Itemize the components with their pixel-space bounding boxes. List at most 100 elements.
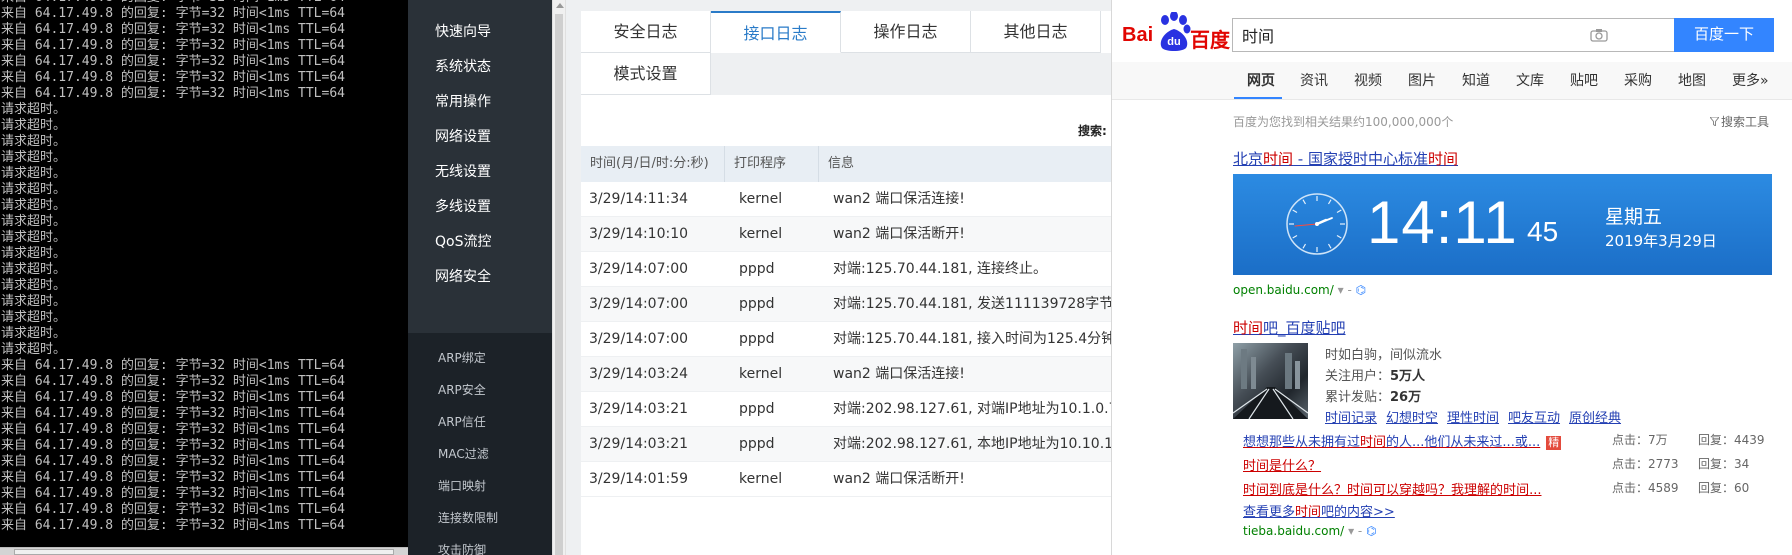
logo-text-du: du xyxy=(1167,36,1180,48)
thread-2-replies: 回复：34 xyxy=(1698,457,1750,471)
nav-arp-trust[interactable]: ARP信任 xyxy=(438,413,486,431)
nav-connection-limit[interactable]: 连接数限制 xyxy=(438,509,498,527)
scroll-up-arrow-icon[interactable] xyxy=(556,3,564,8)
tab-mode-settings[interactable]: 模式设置 xyxy=(581,53,711,95)
nav-wireless-settings[interactable]: 无线设置 xyxy=(435,162,491,182)
column-header-info[interactable]: 信息 xyxy=(819,146,1111,182)
camera-icon[interactable] xyxy=(1590,28,1608,42)
search-input[interactable] xyxy=(1233,19,1573,51)
nav-arp-binding[interactable]: ARP绑定 xyxy=(438,349,486,367)
nav-common-ops[interactable]: 常用操作 xyxy=(435,92,491,112)
nav-qos[interactable]: QoS流控 xyxy=(435,232,491,252)
terminal-line: 请求超时。 xyxy=(1,310,67,325)
active-tab-indicator xyxy=(1234,97,1282,99)
log-table-header: 时间(月/日/时:分:秒) 打印程序 信息 xyxy=(581,146,1111,182)
result1-title-link[interactable]: 北京时间 - 国家授时中心标准时间 xyxy=(1233,148,1458,169)
baidu-logo[interactable]: Bai du 百度 xyxy=(1122,12,1230,52)
table-row[interactable]: 3/29/14:07:00 pppd 对端:125.70.44.181, 发送111… xyxy=(581,287,1111,322)
cell-time: 3/29/14:03:21 xyxy=(589,436,689,452)
nav-attack-defense[interactable]: 攻击防御 xyxy=(438,541,486,555)
table-row[interactable]: 3/29/14:07:00 pppd 对端:125.70.44.181, 连接终止。 xyxy=(581,252,1111,287)
table-row[interactable]: 3/29/14:07:00 pppd 对端:125.70.44.181, 接入时间为… xyxy=(581,322,1111,357)
nav-mac-filter[interactable]: MAC过滤 xyxy=(438,445,489,463)
tab-other-log[interactable]: 其他日志 xyxy=(971,11,1101,53)
nav-multiline-settings[interactable]: 多线设置 xyxy=(435,197,491,217)
cell-program: kernel xyxy=(739,191,783,207)
tieba-thread-2[interactable]: 时间是什么？ xyxy=(1243,455,1321,474)
btab-images[interactable]: 图片 xyxy=(1408,70,1436,90)
terminal-horizontal-scrollbar[interactable] xyxy=(0,547,408,555)
terminal-line: 来自 64.17.49.8 的回复: 字节=32 时间<1ms TTL=64 xyxy=(1,406,345,421)
current-date: 2019年3月29日 xyxy=(1605,232,1717,250)
table-row[interactable]: 3/29/14:03:21 pppd 对端:202.98.127.61, 本地IP地… xyxy=(581,427,1111,462)
terminal-line: 来自 64.17.49.8 的回复: 字节=32 时间<1ms TTL=64 xyxy=(1,454,345,469)
btab-wenku[interactable]: 文库 xyxy=(1516,70,1544,90)
terminal-line: 请求超时。 xyxy=(1,198,67,213)
btab-video[interactable]: 视频 xyxy=(1354,70,1382,90)
tab-operation-log[interactable]: 操作日志 xyxy=(841,11,971,53)
tieba-more-link[interactable]: 查看更多时间吧的内容>> xyxy=(1243,501,1395,520)
terminal-window[interactable]: 来自 64.17.49.8 的回复: 字节=32 时间<1ms TTL=64 来自… xyxy=(0,0,408,555)
cell-info: 对端:125.70.44.181, 接入时间为125.4分钟。 xyxy=(833,331,1111,347)
tieba-link-fantasy[interactable]: 幻想时空 xyxy=(1386,407,1438,426)
btab-news[interactable]: 资讯 xyxy=(1300,70,1328,90)
tab-security-log[interactable]: 安全日志 xyxy=(581,11,711,53)
table-row[interactable]: 3/29/14:11:34 kernel wan2 端口保活连接! xyxy=(581,182,1111,217)
table-row[interactable]: 3/29/14:03:21 pppd 对端:202.98.127.61, 对端IP地… xyxy=(581,392,1111,427)
btab-purchase[interactable]: 采购 xyxy=(1624,70,1652,90)
tieba-thread-3[interactable]: 时间到底是什么？时间可以穿越吗？我理解的时间... xyxy=(1243,479,1541,498)
nav-port-mapping[interactable]: 端口映射 xyxy=(438,477,486,495)
btab-web[interactable]: 网页 xyxy=(1247,70,1275,90)
column-header-program[interactable]: 打印程序 xyxy=(725,146,819,182)
tieba-link-time-record[interactable]: 时间记录 xyxy=(1325,407,1377,426)
thread-title-keyword: 时间 xyxy=(1243,483,1270,498)
result2-title-link[interactable]: 时间吧_百度贴吧 xyxy=(1233,317,1346,338)
nav-network-security[interactable]: 网络安全 xyxy=(435,267,491,287)
table-row[interactable]: 3/29/14:01:59 kernel wan2 端口保活断开! xyxy=(581,462,1111,497)
highway-image-icon xyxy=(1233,349,1308,419)
terminal-line: 来自 64.17.49.8 的回复: 字节=32 时间<1ms TTL=64 xyxy=(1,86,345,101)
column-header-time[interactable]: 时间(月/日/时:分:秒) xyxy=(581,146,725,182)
tieba-thread-1[interactable]: 想想那些从未拥有过时间的人...他们从未来过...或... 精 xyxy=(1243,431,1562,450)
router-page-scrollbar[interactable] xyxy=(552,0,566,555)
log-panel: 安全日志 接口日志 操作日志 其他日志 模式设置 搜索: 时间(月/日/时:分:… xyxy=(581,11,1111,555)
router-main-menu: 快速向导 系统状态 常用操作 网络设置 无线设置 多线设置 QoS流控 网络安全 xyxy=(408,0,552,333)
terminal-line: 来自 64.17.49.8 的回复: 字节=32 时间<1ms TTL=64 xyxy=(1,54,345,69)
thread-3-clicks: 点击：4589 xyxy=(1612,481,1679,495)
result2-url[interactable]: tieba.baidu.com/ ▾ - ⌬ xyxy=(1243,524,1377,538)
baidu-snapshot-icon[interactable]: ⌬ xyxy=(1356,283,1366,297)
thread-title-keyword: 时间 xyxy=(1347,483,1374,498)
tieba-thumbnail[interactable] xyxy=(1233,343,1308,419)
btab-more[interactable]: 更多» xyxy=(1732,70,1769,90)
btab-zhidao[interactable]: 知道 xyxy=(1462,70,1490,90)
thread-title-part: 到底是什么？ xyxy=(1269,483,1348,498)
tieba-followers: 关注用户：5万人 xyxy=(1325,365,1425,384)
cell-info: 对端:202.98.127.61, 本地IP地址为10.10.10.10 xyxy=(833,436,1111,452)
tieba-link-original[interactable]: 原创经典 xyxy=(1569,407,1621,426)
terminal-line: 请求超时。 xyxy=(1,246,67,261)
cell-program: kernel xyxy=(739,471,783,487)
baidu-search-button[interactable]: 百度一下 xyxy=(1674,18,1774,52)
nav-network-settings[interactable]: 网络设置 xyxy=(435,127,491,147)
result1-url[interactable]: open.baidu.com/ ▾ - ⌬ xyxy=(1233,283,1366,297)
result2-url-text: tieba.baidu.com/ xyxy=(1243,524,1345,538)
search-tools-link[interactable]: 搜索工具 xyxy=(1708,113,1769,130)
nav-arp-security[interactable]: ARP安全 xyxy=(438,381,486,399)
cell-time: 3/29/14:10:10 xyxy=(589,226,689,242)
cell-info: wan2 端口保活连接! xyxy=(833,191,965,207)
current-seconds: 45 xyxy=(1527,216,1559,247)
tab-interface-log[interactable]: 接口日志 xyxy=(711,11,841,53)
cell-info: 对端:125.70.44.181, 连接终止。 xyxy=(833,261,1048,277)
nav-quick-guide[interactable]: 快速向导 xyxy=(435,22,491,42)
btab-tieba[interactable]: 贴吧 xyxy=(1570,70,1598,90)
thread-1-replies: 回复：4439 xyxy=(1698,433,1765,447)
tieba-link-interaction[interactable]: 吧友互动 xyxy=(1508,407,1560,426)
scrollbar-thumb[interactable] xyxy=(555,14,563,555)
nav-system-status[interactable]: 系统状态 xyxy=(435,57,491,77)
tieba-link-rational-time[interactable]: 理性时间 xyxy=(1447,407,1499,426)
baidu-snapshot-icon[interactable]: ⌬ xyxy=(1366,524,1376,538)
terminal-scrollbar-thumb[interactable] xyxy=(14,549,394,555)
btab-map[interactable]: 地图 xyxy=(1678,70,1706,90)
table-row[interactable]: 3/29/14:03:24 kernel wan2 端口保活连接! xyxy=(581,357,1111,392)
table-row[interactable]: 3/29/14:10:10 kernel wan2 端口保活断开! xyxy=(581,217,1111,252)
